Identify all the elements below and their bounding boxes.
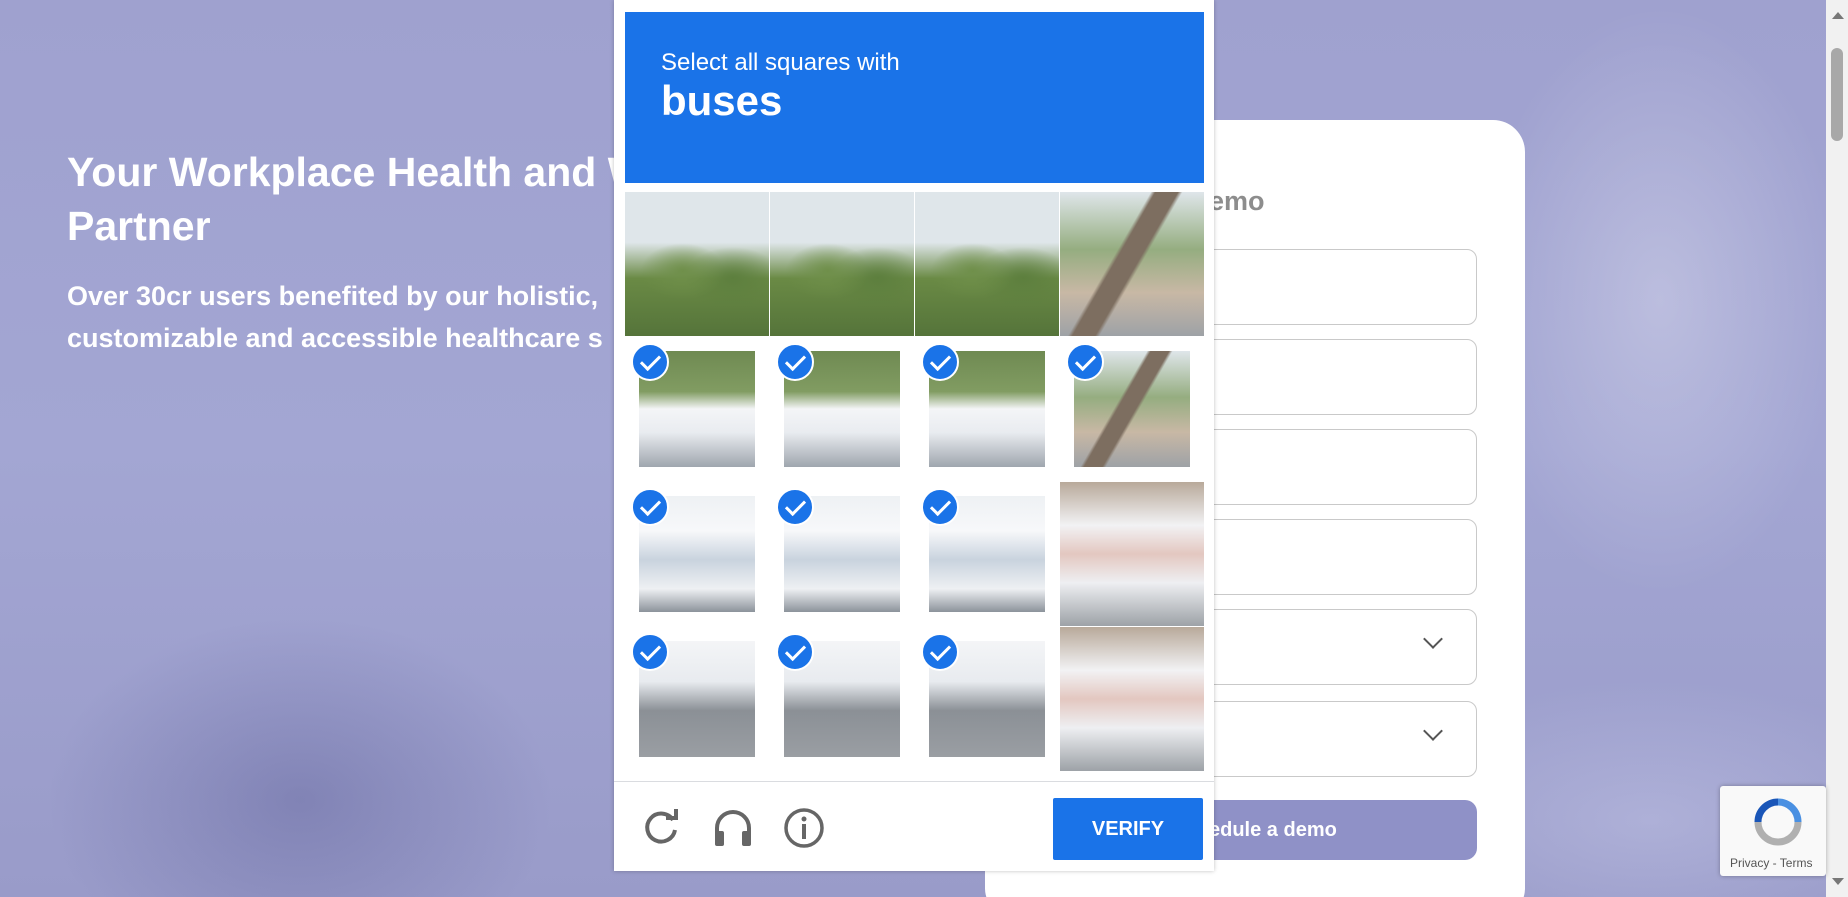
tile-image	[1060, 482, 1204, 626]
reload-icon[interactable]	[639, 806, 683, 850]
check-icon	[631, 633, 669, 671]
captcha-tile-7[interactable]	[915, 337, 1059, 481]
scrollbar[interactable]	[1826, 0, 1848, 897]
captcha-tile-6[interactable]	[770, 337, 914, 481]
captcha-tile-1[interactable]	[625, 192, 769, 336]
captcha-tile-3[interactable]	[915, 192, 1059, 336]
captcha-tile-13[interactable]	[625, 627, 769, 771]
info-icon[interactable]	[782, 806, 826, 850]
chevron-down-icon	[1423, 721, 1443, 741]
captcha-tile-12[interactable]	[1060, 482, 1204, 626]
check-icon	[921, 488, 959, 526]
tile-image	[915, 192, 1059, 336]
verify-button[interactable]: VERIFY	[1053, 798, 1203, 860]
captcha-tile-2[interactable]	[770, 192, 914, 336]
scroll-up-icon[interactable]	[1832, 12, 1844, 19]
check-icon	[631, 488, 669, 526]
hero-title: Your Workplace Health and W Partner	[67, 145, 707, 253]
hero-subtitle: Over 30cr users benefited by our holisti…	[67, 275, 687, 359]
recaptcha-badge[interactable]: Privacy - Terms	[1720, 786, 1826, 876]
captcha-footer: VERIFY	[614, 781, 1214, 871]
captcha-dialog: Select all squares with buses VERIFY	[614, 0, 1214, 871]
captcha-grid	[625, 192, 1204, 771]
captcha-tile-11[interactable]	[915, 482, 1059, 626]
tile-image	[1060, 192, 1204, 336]
hero-subtitle-line1: Over 30cr users benefited by our holisti…	[67, 281, 599, 311]
audio-icon[interactable]	[711, 806, 755, 850]
tile-image	[625, 192, 769, 336]
check-icon	[776, 488, 814, 526]
tile-image	[770, 192, 914, 336]
captcha-prompt: Select all squares with	[661, 49, 900, 76]
recaptcha-badge-text[interactable]: Privacy - Terms	[1730, 856, 1812, 870]
check-icon	[776, 633, 814, 671]
captcha-tile-5[interactable]	[625, 337, 769, 481]
captcha-tile-9[interactable]	[625, 482, 769, 626]
captcha-tile-15[interactable]	[915, 627, 1059, 771]
recaptcha-logo-icon	[1754, 798, 1802, 846]
hero-title-line1: Your Workplace Health and W	[67, 149, 647, 195]
captcha-tile-4[interactable]	[1060, 192, 1204, 336]
captcha-tile-8[interactable]	[1060, 337, 1204, 481]
captcha-tile-10[interactable]	[770, 482, 914, 626]
chevron-down-icon	[1423, 629, 1443, 649]
scrollbar-thumb[interactable]	[1831, 48, 1843, 141]
captcha-target: buses	[661, 77, 783, 124]
captcha-header: Select all squares with buses	[625, 12, 1204, 183]
captcha-tile-16[interactable]	[1060, 627, 1204, 771]
demo-form-title: emo	[1209, 186, 1265, 216]
tile-image	[1060, 627, 1204, 771]
hero-subtitle-line2: customizable and accessible healthcare s	[67, 323, 603, 353]
captcha-tile-14[interactable]	[770, 627, 914, 771]
check-icon	[776, 343, 814, 381]
check-icon	[1066, 343, 1104, 381]
scroll-down-icon[interactable]	[1832, 878, 1844, 885]
hero-title-line2: Partner	[67, 203, 211, 249]
check-icon	[921, 633, 959, 671]
check-icon	[921, 343, 959, 381]
check-icon	[631, 343, 669, 381]
schedule-demo-label: edule a demo	[1209, 819, 1337, 841]
